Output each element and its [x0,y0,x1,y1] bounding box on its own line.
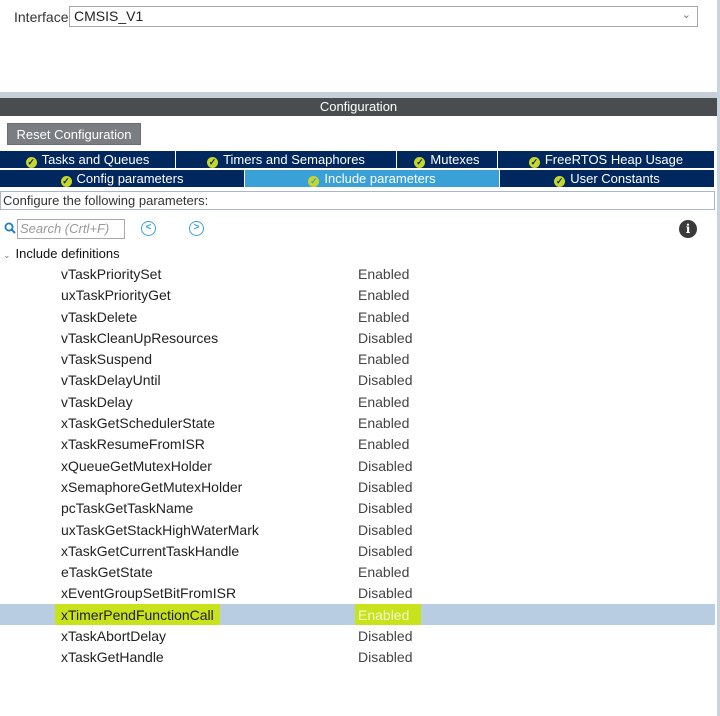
reset-configuration-button[interactable]: Reset Configuration [7,123,141,145]
check-circle-icon: ✓ [207,157,219,168]
parameter-name: vTaskSuspend [61,351,153,368]
tab-mutexes[interactable]: ✓ Mutexes [397,151,498,168]
check-circle-icon: ✓ [60,176,72,187]
parameter-value[interactable]: Disabled [358,372,412,388]
parameter-row[interactable]: vTaskDelay Enabled [0,391,715,412]
parameter-value[interactable]: Enabled [358,436,409,452]
parameter-value[interactable]: Enabled [358,351,409,367]
parameter-value[interactable]: Enabled [355,603,422,625]
parameter-row[interactable]: vTaskPrioritySet Enabled [0,263,715,284]
parameter-name: uxTaskPriorityGet [61,287,171,304]
check-circle-icon: ✓ [528,157,540,168]
parameter-name: xTimerPendFunctionCall [55,603,220,625]
parameter-value[interactable]: Disabled [358,649,412,665]
check-circle-icon: ✓ [554,176,566,187]
parameter-value[interactable]: Disabled [358,500,412,516]
parameter-row[interactable]: xTaskAbortDelay Disabled [0,625,715,646]
check-circle-icon: ✓ [414,157,426,168]
search-input[interactable]: Search (Crtl+F) [17,219,125,239]
tab-label: Config parameters [76,171,184,186]
parameter-value[interactable]: Enabled [358,394,409,410]
parameter-name: vTaskCleanUpResources [61,329,219,346]
chevron-down-icon: ⌄ [681,9,691,21]
parameter-name: xQueueGetMutexHolder [61,457,212,474]
parameter-name: eTaskGetState [61,564,153,581]
check-circle-icon: ✓ [308,176,320,187]
parameter-value[interactable]: Disabled [358,628,412,644]
chevron-right-icon[interactable]: > [189,221,204,236]
interface-label: Interface [14,9,69,25]
tab-label: FreeRTOS Heap Usage [544,152,684,167]
tab-user-constants[interactable]: ✓ User Constants [500,170,715,187]
tab-row-2: ✓ Config parameters ✓ Include parameters ✓… [0,170,715,187]
parameter-name: vTaskDelayUntil [61,372,161,389]
parameter-row[interactable]: xTaskResumeFromISR Enabled [0,433,715,454]
parameter-name: pcTaskGetTaskName [61,500,194,517]
parameter-name: vTaskDelete [61,308,138,325]
instruction-text: Configure the following parameters: [0,191,715,210]
parameter-row[interactable]: vTaskDelete Enabled [0,306,715,327]
check-circle-icon: ✓ [25,157,37,168]
parameter-value[interactable]: Disabled [358,479,412,495]
tab-label: Timers and Semaphores [223,152,365,167]
parameter-row[interactable]: xTaskGetCurrentTaskHandle Disabled [0,540,715,561]
parameter-name: xTaskGetCurrentTaskHandle [61,542,240,559]
tab-tasks-and-queues[interactable]: ✓ Tasks and Queues [0,151,176,168]
search-icon[interactable] [4,222,16,234]
tab-freertos-heap-usage[interactable]: ✓ FreeRTOS Heap Usage [498,151,715,168]
parameter-value[interactable]: Enabled [358,564,409,580]
parameter-row[interactable]: vTaskSuspend Enabled [0,348,715,369]
chevron-down-icon[interactable]: ⌄ [3,250,11,260]
parameter-row[interactable]: xSemaphoreGetMutexHolder Disabled [0,476,715,497]
parameter-value[interactable]: Disabled [358,585,412,601]
tab-timers-and-semaphores[interactable]: ✓ Timers and Semaphores [176,151,397,168]
parameter-row[interactable]: vTaskCleanUpResources Disabled [0,327,715,348]
parameter-value[interactable]: Enabled [358,287,409,303]
parameter-value[interactable]: Enabled [358,266,409,282]
tab-row-1: ✓ Tasks and Queues ✓ Timers and Semaphores… [0,151,715,168]
parameter-name: xTaskAbortDelay [61,628,167,645]
parameter-row-selected[interactable]: xTimerPendFunctionCall Enabled [0,603,715,626]
parameter-name: xTaskResumeFromISR [61,436,205,453]
parameter-name: xSemaphoreGetMutexHolder [61,478,243,495]
tab-config-parameters[interactable]: ✓ Config parameters [0,170,245,187]
parameter-row[interactable]: uxTaskPriorityGet Enabled [0,284,715,305]
configuration-header: Configuration [0,98,717,116]
parameter-name: uxTaskGetStackHighWaterMark [61,521,259,538]
parameter-name: xTaskGetSchedulerState [61,415,216,432]
parameter-row[interactable]: vTaskDelayUntil Disabled [0,369,715,390]
parameter-value[interactable]: Enabled [358,309,409,325]
parameter-row[interactable]: xTaskGetSchedulerState Enabled [0,412,715,433]
parameter-value[interactable]: Disabled [358,458,412,474]
parameter-name: xEventGroupSetBitFromISR [61,585,237,602]
parameter-row[interactable]: xTaskGetHandle Disabled [0,646,715,667]
parameter-row[interactable]: uxTaskGetStackHighWaterMark Disabled [0,519,715,540]
parameter-list: vTaskPrioritySet Enabled uxTaskPriorityGe… [0,263,715,668]
group-include-definitions[interactable]: ⌄ Include definitions [3,246,120,261]
tab-label: Tasks and Queues [41,152,150,167]
group-label: Include definitions [15,246,120,261]
parameter-name: vTaskPrioritySet [61,266,162,282]
interface-select-value: CMSIS_V1 [74,8,144,24]
parameter-value[interactable]: Disabled [358,330,412,346]
tab-label: Mutexes [430,152,480,167]
interface-panel: Interface CMSIS_V1 ⌄ [0,0,720,92]
parameter-value[interactable]: Enabled [358,415,409,431]
parameter-row[interactable]: xEventGroupSetBitFromISR Disabled [0,582,715,603]
info-icon[interactable]: i [679,220,697,238]
tab-include-parameters[interactable]: ✓ Include parameters [245,170,500,187]
parameter-row[interactable]: xQueueGetMutexHolder Disabled [0,455,715,476]
parameter-row[interactable]: eTaskGetState Enabled [0,561,715,582]
parameter-name: vTaskDelay [61,393,133,410]
parameter-name: xTaskGetHandle [61,649,164,666]
interface-select[interactable]: CMSIS_V1 ⌄ [69,6,698,27]
parameter-value[interactable]: Disabled [358,543,412,559]
chevron-left-icon[interactable]: < [141,221,156,236]
tab-label: User Constants [570,171,660,186]
parameter-value[interactable]: Disabled [358,522,412,538]
tab-label: Include parameters [324,171,436,186]
parameter-row[interactable]: pcTaskGetTaskName Disabled [0,497,715,518]
